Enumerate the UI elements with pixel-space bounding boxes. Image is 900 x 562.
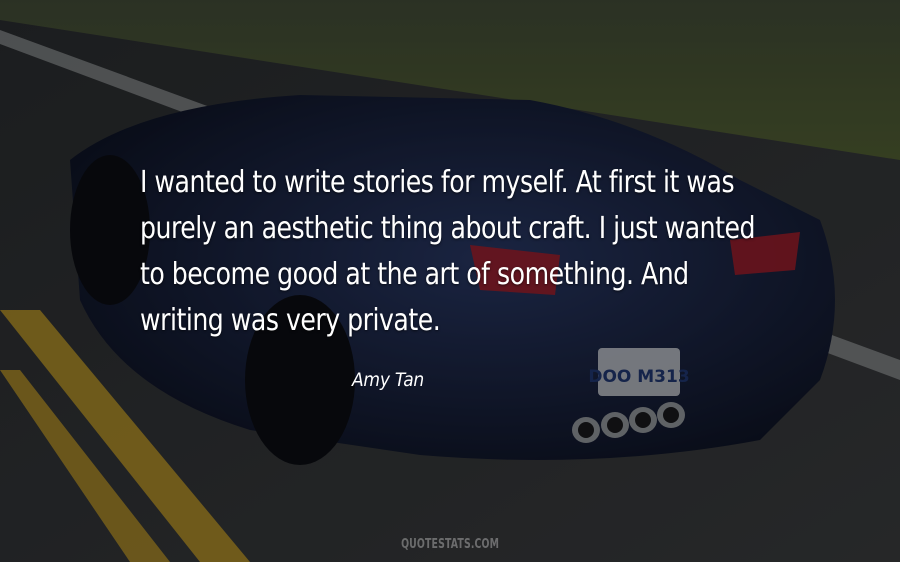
quote-line: to become good at the art of something. … — [140, 257, 689, 292]
quote-author: Amy Tan — [352, 369, 424, 391]
quote-text: I wanted to write stories for myself. At… — [140, 160, 755, 344]
quote-line: writing was very private. — [140, 303, 441, 338]
quote-line: purely an aesthetic thing about craft. I… — [140, 211, 755, 246]
quote-line: I wanted to write stories for myself. At… — [140, 165, 735, 200]
quote-card: DOO M313 I wanted to write stories for m… — [0, 0, 900, 562]
site-watermark: QUOTESTATS.COM — [0, 537, 900, 552]
watermark-text: QUOTESTATS.COM — [400, 537, 500, 552]
